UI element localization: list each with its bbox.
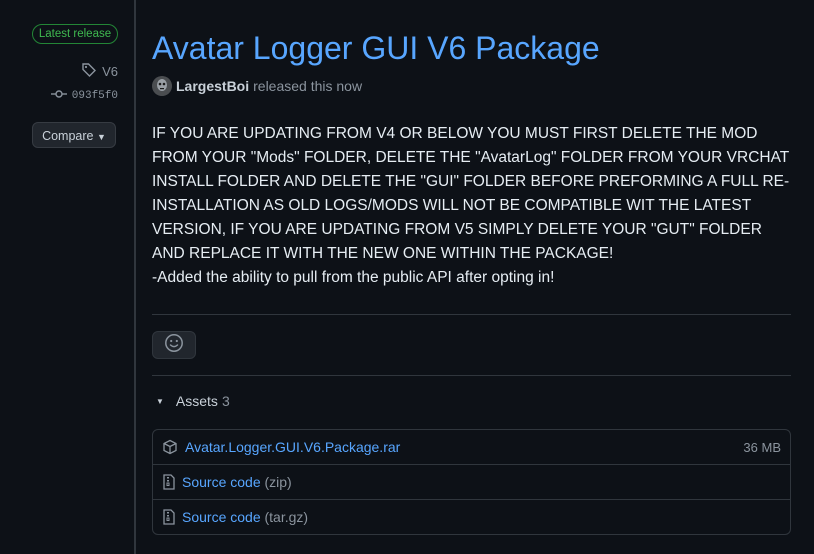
sidebar-divider: [134, 0, 136, 554]
commit-icon: [50, 89, 67, 103]
latest-release-badge: Latest release: [32, 24, 118, 44]
add-reaction-button[interactable]: [152, 331, 196, 359]
asset-row: Source code (zip): [153, 464, 790, 499]
targz-suffix: (tar.gz): [264, 509, 309, 525]
asset-row: Source code (tar.gz): [153, 499, 790, 534]
tag-icon: [81, 62, 97, 81]
caret-down-icon: ▼: [96, 132, 106, 142]
assets-toggle[interactable]: ▼ Assets 3: [152, 393, 230, 409]
file-zip-icon: [161, 474, 177, 490]
compare-label: Compare: [42, 129, 94, 143]
released-text: released this now: [253, 78, 363, 94]
assets-list: Avatar.Logger.GUI.V6.Package.rar 36 MB S…: [152, 429, 791, 535]
source-code-label: Source code: [182, 474, 261, 490]
asset-row: Avatar.Logger.GUI.V6.Package.rar 36 MB: [153, 430, 790, 464]
release-sidebar: Latest release V6 093f5f0 Compare ▼: [0, 0, 134, 554]
source-code-label: Source code: [182, 509, 261, 525]
smiley-icon: [164, 333, 184, 358]
triangle-down-icon: ▼: [156, 396, 164, 406]
assets-label: Assets: [175, 393, 218, 409]
commit-sha: 093f5f0: [71, 90, 118, 102]
author-link[interactable]: LargestBoi: [176, 78, 249, 94]
divider: [152, 314, 791, 315]
source-code-targz-link[interactable]: Source code (tar.gz): [182, 509, 308, 525]
avatar[interactable]: [152, 76, 172, 96]
release-title[interactable]: Avatar Logger GUI V6 Package: [152, 30, 600, 67]
asset-link-rar[interactable]: Avatar.Logger.GUI.V6.Package.rar: [185, 439, 400, 455]
tag-link[interactable]: V6: [81, 62, 118, 81]
file-zip-icon: [161, 509, 177, 525]
release-note-paragraph: IF YOU ARE UPDATING FROM V4 OR BELOW YOU…: [152, 125, 790, 262]
asset-size: 36 MB: [743, 439, 781, 455]
release-note-paragraph: -Added the ability to pull from the publ…: [152, 269, 555, 286]
release-notes: IF YOU ARE UPDATING FROM V4 OR BELOW YOU…: [152, 122, 792, 290]
commit-link[interactable]: 093f5f0: [50, 89, 118, 103]
divider: [152, 375, 791, 376]
compare-button[interactable]: Compare ▼: [32, 122, 116, 148]
source-code-zip-link[interactable]: Source code (zip): [182, 474, 292, 490]
assets-count: 3: [221, 393, 230, 409]
package-icon: [162, 439, 178, 455]
tag-name: V6: [102, 64, 118, 79]
zip-suffix: (zip): [264, 474, 292, 490]
release-byline: LargestBoi released this now: [152, 76, 362, 96]
